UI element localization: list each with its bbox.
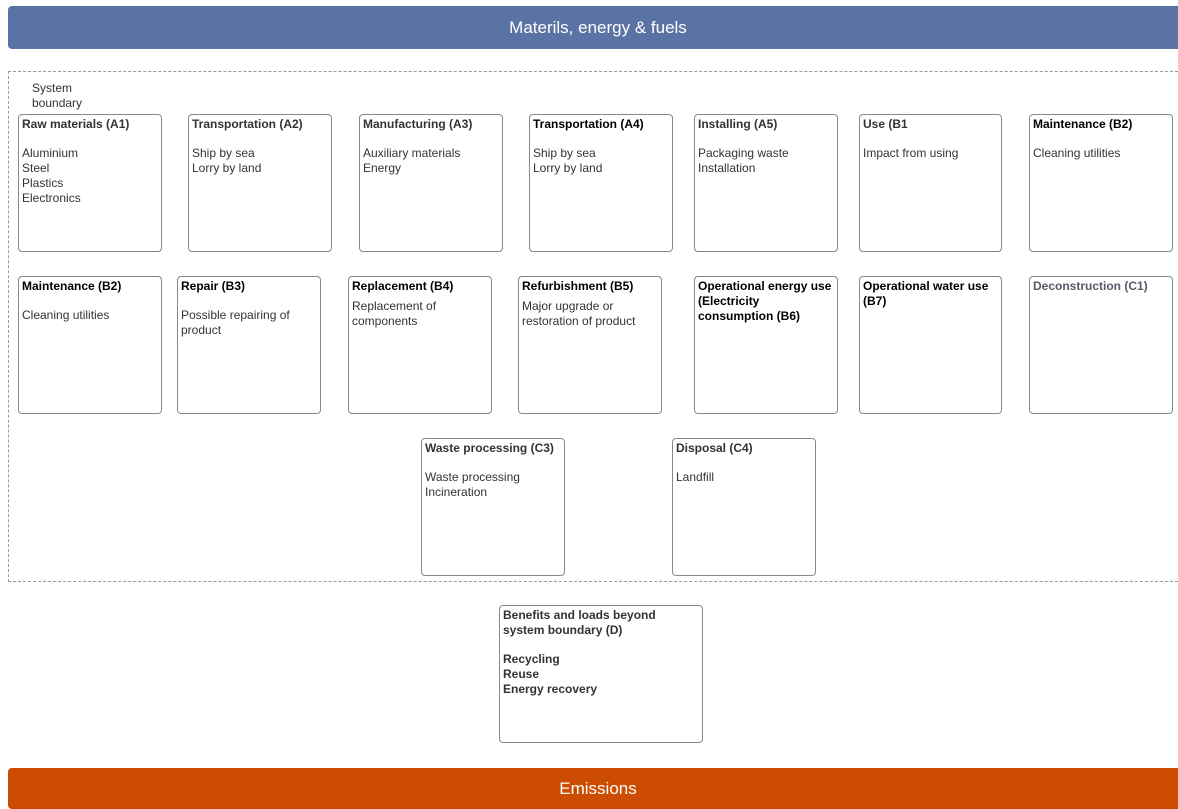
stage-title: Replacement (B4) xyxy=(352,279,454,293)
stage-line: Replacement of components xyxy=(352,299,437,328)
stage-line: Aluminium xyxy=(22,146,79,160)
stage-maintenance-b2[interactable]: Maintenance (B2) Cleaning utilities xyxy=(18,276,162,414)
stage-line: Ship by sea xyxy=(533,146,596,160)
stage-line: Waste processing xyxy=(425,470,520,484)
stage-beyond-boundary-d[interactable]: Benefits and loads beyond system boundar… xyxy=(499,605,703,743)
stage-maintenance-b2-top[interactable]: Maintenance (B2) Cleaning utilities xyxy=(1029,114,1173,252)
stage-line: Reuse xyxy=(503,667,540,681)
stage-refurbishment-b5[interactable]: Refurbishment (B5) Major upgrade or rest… xyxy=(518,276,662,414)
stage-operational-water-use-b7[interactable]: Operational water use (B7) xyxy=(859,276,1002,414)
stage-line: Energy recovery xyxy=(503,682,598,696)
stage-line: Packaging waste xyxy=(698,146,789,160)
stage-use-b1[interactable]: Use (B1 Impact from using xyxy=(859,114,1002,252)
stage-title: Transportation (A4) xyxy=(533,117,644,131)
stage-title: Transportation (A2) xyxy=(192,117,303,131)
bottom-banner-label: Emissions xyxy=(559,778,637,798)
stage-title: Operational energy use (Electricity cons… xyxy=(698,279,832,323)
stage-line: Electronics xyxy=(22,191,81,205)
stage-installing-a5[interactable]: Installing (A5) Packaging waste Installa… xyxy=(694,114,838,252)
stage-title: Maintenance (B2) xyxy=(1033,117,1133,131)
stage-replacement-b4[interactable]: Replacement (B4) Replacement of componen… xyxy=(348,276,492,414)
stage-line: Energy xyxy=(363,161,402,175)
stage-line: Steel xyxy=(22,161,50,175)
stage-title: Waste processing (C3) xyxy=(425,441,554,455)
stage-title: Refurbishment (B5) xyxy=(522,279,634,293)
system-boundary-label: System boundary xyxy=(32,81,83,110)
stage-title: Operational water use (B7) xyxy=(863,279,989,308)
stage-line: Recycling xyxy=(503,652,560,666)
stage-repair-b3[interactable]: Repair (B3) Possible repairing of produc… xyxy=(177,276,321,414)
stage-line: Cleaning utilities xyxy=(22,308,110,322)
stage-line: Plastics xyxy=(22,176,64,190)
materials-energy-fuels-banner: Materils, energy & fuels xyxy=(8,6,1178,49)
stage-raw-materials-a1[interactable]: Raw materials (A1) Aluminium Steel Plast… xyxy=(18,114,162,252)
stage-line: Major upgrade or restoration of product xyxy=(522,299,636,328)
stage-transportation-a2[interactable]: Transportation (A2) Ship by sea Lorry by… xyxy=(188,114,332,252)
stage-line: Ship by sea xyxy=(192,146,255,160)
stage-line: Cleaning utilities xyxy=(1033,146,1121,160)
stage-title: Deconstruction (C1) xyxy=(1033,279,1148,293)
stage-title: Repair (B3) xyxy=(181,279,246,293)
stage-title: Use (B1 xyxy=(863,117,908,131)
stage-transportation-a4[interactable]: Transportation (A4) Ship by sea Lorry by… xyxy=(529,114,673,252)
stage-manufacturing-a3[interactable]: Manufacturing (A3) Auxiliary materials E… xyxy=(359,114,503,252)
stage-line: Lorry by land xyxy=(192,161,262,175)
stage-line: Lorry by land xyxy=(533,161,603,175)
stage-title: Raw materials (A1) xyxy=(22,117,130,131)
stage-waste-processing-c3[interactable]: Waste processing (C3) Waste processing I… xyxy=(421,438,565,576)
stage-line: Impact from using xyxy=(863,146,959,160)
stage-disposal-c4[interactable]: Disposal (C4) Landfill xyxy=(672,438,816,576)
stage-title: Benefits and loads beyond system boundar… xyxy=(503,608,656,637)
stage-title: Manufacturing (A3) xyxy=(363,117,473,131)
stage-deconstruction-c1[interactable]: Deconstruction (C1) xyxy=(1029,276,1173,414)
stage-operational-energy-use-b6[interactable]: Operational energy use (Electricity cons… xyxy=(694,276,838,414)
stage-line: Incineration xyxy=(425,485,488,499)
stage-line: Auxiliary materials xyxy=(363,146,461,160)
stage-line: Possible repairing of product xyxy=(181,308,290,337)
stage-title: Installing (A5) xyxy=(698,117,778,131)
emissions-banner: Emissions xyxy=(8,768,1178,809)
stage-title: Maintenance (B2) xyxy=(22,279,122,293)
stage-line: Landfill xyxy=(676,470,715,484)
top-banner-label: Materils, energy & fuels xyxy=(509,17,687,37)
stage-line: Installation xyxy=(698,161,756,175)
stage-title: Disposal (C4) xyxy=(676,441,753,455)
